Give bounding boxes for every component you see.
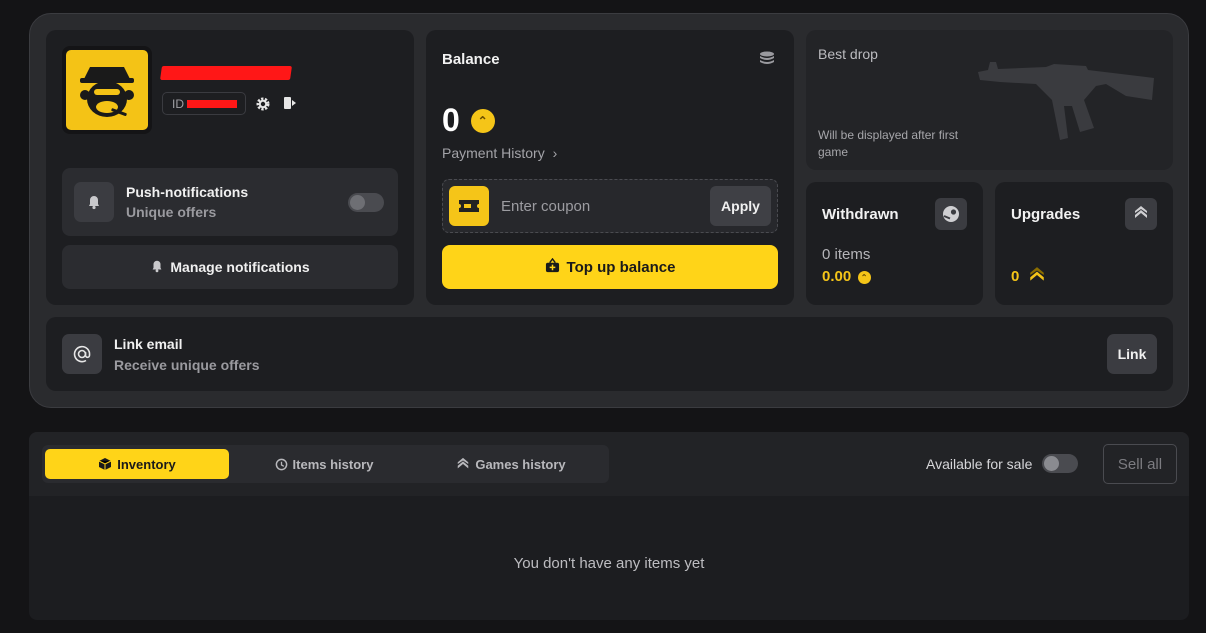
box-icon	[99, 458, 112, 470]
bell-icon	[74, 182, 114, 222]
balance-card: Balance 0 ⌃ Payment History › Enter coup…	[426, 30, 794, 305]
coupon-input[interactable]: Enter coupon	[501, 198, 590, 215]
withdrawn-items-count: 0 items	[822, 246, 871, 263]
manage-notifications-label: Manage notifications	[170, 259, 310, 275]
push-notifications-toggle[interactable]	[348, 193, 384, 212]
chevrons-up-icon	[458, 457, 469, 469]
push-subtitle: Unique offers	[126, 204, 217, 220]
steam-icon	[935, 198, 967, 230]
profile-panel: ID Push-notifications Unique offers Mana…	[29, 13, 1189, 408]
withdrawn-title: Withdrawn	[822, 206, 899, 223]
rifle-icon	[978, 62, 1154, 140]
best-drop-card: Best drop Will be displayed after first …	[806, 30, 1173, 170]
apply-coupon-button[interactable]: Apply	[710, 186, 771, 226]
empty-inventory-message: You don't have any items yet	[513, 555, 705, 572]
inventory-tabs: Inventory Items history Games history	[42, 445, 609, 483]
bell-icon	[150, 259, 164, 276]
link-email-button[interactable]: Link	[1107, 334, 1157, 374]
link-email-title: Link email	[114, 336, 183, 352]
payment-history-link[interactable]: Payment History ›	[442, 145, 557, 161]
inventory-section: Inventory Items history Games history Av…	[29, 432, 1189, 620]
link-email-row: Link email Receive unique offers Link	[46, 317, 1173, 391]
push-title: Push-notifications	[126, 184, 249, 200]
upgrades-card: Upgrades 0	[995, 182, 1173, 305]
upgrades-title: Upgrades	[1011, 206, 1081, 223]
best-drop-title: Best drop	[818, 46, 878, 62]
withdrawn-value: 0.00 ⌃	[822, 268, 871, 286]
upgrade-chevrons-icon	[1030, 267, 1044, 281]
tab-inventory[interactable]: Inventory	[45, 449, 229, 479]
top-up-balance-button[interactable]: Top up balance	[442, 245, 778, 289]
link-email-subtitle: Receive unique offers	[114, 357, 260, 373]
withdrawn-card: Withdrawn 0 items 0.00 ⌃	[806, 182, 983, 305]
username-redacted	[160, 66, 292, 80]
available-for-sale-toggle[interactable]	[1042, 454, 1078, 473]
at-sign-icon	[62, 334, 102, 374]
tab-items-history[interactable]: Items history	[232, 449, 416, 479]
balance-title: Balance	[442, 51, 500, 68]
profile-card: ID Push-notifications Unique offers Mana…	[46, 30, 414, 305]
coupon-box: Enter coupon Apply	[442, 179, 778, 233]
tab-games-history[interactable]: Games history	[419, 449, 603, 479]
gear-icon[interactable]	[255, 96, 271, 116]
manage-notifications-button[interactable]: Manage notifications	[62, 245, 398, 289]
sell-all-button[interactable]: Sell all	[1103, 444, 1177, 484]
coin-icon: ⌃	[470, 109, 495, 133]
best-drop-subtitle: Will be displayed after first game	[818, 128, 959, 159]
logout-icon[interactable]	[282, 95, 298, 115]
history-icon	[275, 458, 287, 470]
user-id-redacted	[187, 100, 237, 108]
push-notifications-row: Push-notifications Unique offers	[62, 168, 398, 236]
avatar	[62, 46, 152, 134]
monkey-avatar-icon	[66, 50, 148, 130]
balance-amount: 0 ⌃	[442, 102, 495, 139]
coins-stack-icon	[758, 50, 776, 72]
wallet-plus-icon	[545, 257, 560, 277]
top-up-label: Top up balance	[566, 258, 676, 276]
ticket-icon	[449, 186, 489, 226]
inventory-toolbar: Inventory Items history Games history Av…	[29, 432, 1189, 496]
available-for-sale-label: Available for sale	[926, 456, 1033, 472]
upgrades-value: 0	[1011, 266, 1046, 286]
coin-icon: ⌃	[857, 271, 871, 284]
id-label: ID	[172, 97, 184, 111]
user-id-box: ID	[162, 92, 246, 115]
upgrade-chevrons-icon	[1125, 198, 1157, 230]
chevron-right-icon: ›	[552, 145, 558, 161]
